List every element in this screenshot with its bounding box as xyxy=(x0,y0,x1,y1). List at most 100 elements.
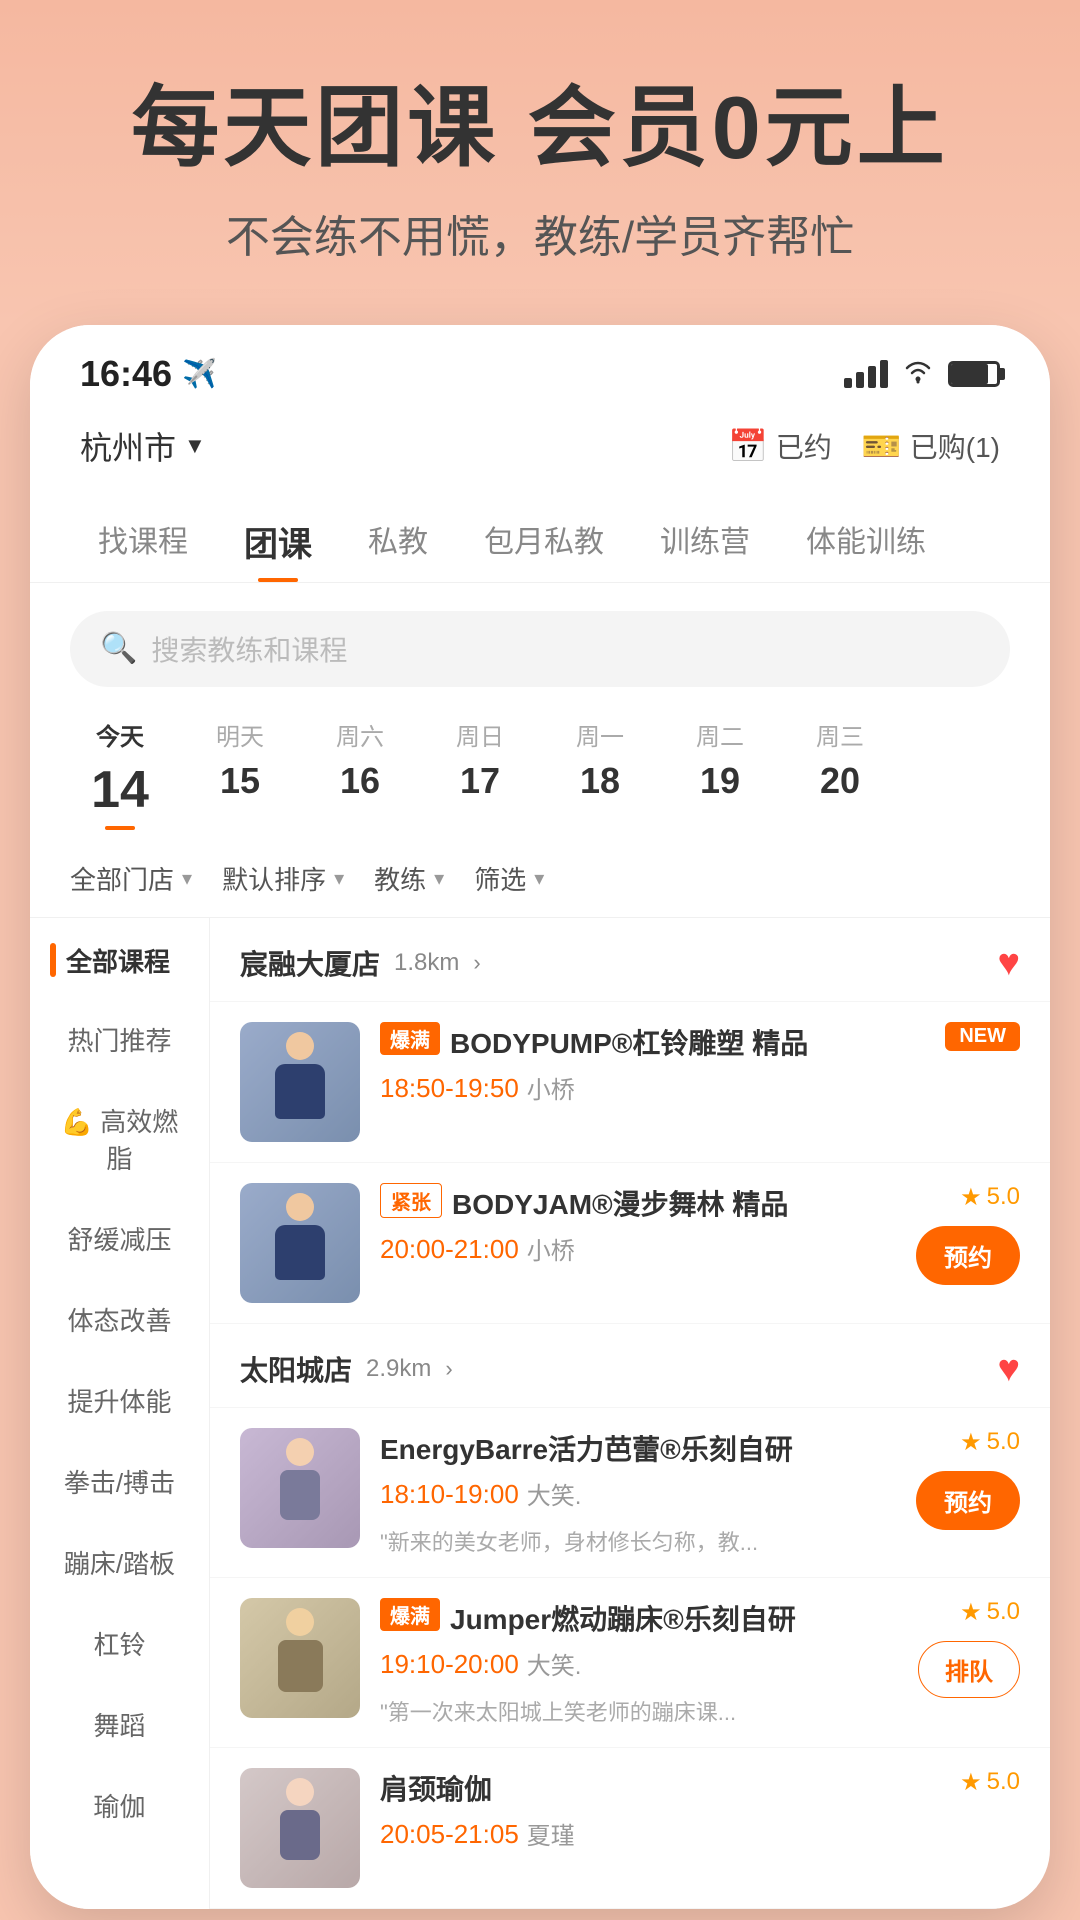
status-icons xyxy=(844,355,1000,392)
city-name: 杭州市 xyxy=(80,423,176,469)
filter-screen-arrow: ▾ xyxy=(534,866,544,891)
date-sun[interactable]: 周日 17 xyxy=(430,717,530,830)
course-3-info: EnergyBarre活力芭蕾®乐刻自研 18:10-19:00 大笑. "新来… xyxy=(380,1428,896,1557)
course-card-4: 爆满 Jumper燃动蹦床®乐刻自研 19:10-20:00 大笑. "第一次来… xyxy=(210,1578,1050,1748)
city-selector[interactable]: 杭州市 ▼ xyxy=(80,423,206,469)
course-3-right: ★ 5.0 预约 xyxy=(916,1428,1020,1530)
course-3-teacher: 大笑. xyxy=(527,1476,582,1511)
sidebar-item-posture[interactable]: 体态改善 xyxy=(30,1279,209,1360)
wifi-icon xyxy=(902,355,934,392)
tab-find-courses[interactable]: 找课程 xyxy=(70,501,216,582)
store-1-distance: 1.8km xyxy=(394,949,459,977)
sidebar-header: 全部课程 xyxy=(30,918,209,999)
purchase-icon: 🎫 xyxy=(862,427,902,465)
filter-coach[interactable]: 教练 ▾ xyxy=(374,860,444,897)
course-card-2: 紧张 BODYJAM®漫步舞林 精品 20:00-21:00 小桥 ★ 5.0 … xyxy=(210,1163,1050,1324)
tab-private[interactable]: 私教 xyxy=(340,501,456,582)
tab-bar: 找课程 团课 私教 包月私教 训练营 体能训练 xyxy=(30,485,1050,583)
left-sidebar: 全部课程 热门推荐 💪 高效燃脂 舒缓减压 体态改善 提升体能 拳击/搏击 蹦床… xyxy=(30,918,210,1909)
star-icon: ★ xyxy=(960,1183,982,1212)
course-4-name: Jumper燃动蹦床®乐刻自研 xyxy=(450,1598,898,1638)
course-4-title-row: 爆满 Jumper燃动蹦床®乐刻自研 xyxy=(380,1598,898,1638)
store-1-favorite-btn[interactable]: ♥ xyxy=(997,942,1020,985)
search-bar[interactable]: 🔍 搜索教练和课程 xyxy=(70,611,1010,687)
course-5-time: 20:05-21:05 xyxy=(380,1819,519,1850)
course-4-info: 爆满 Jumper燃动蹦床®乐刻自研 19:10-20:00 大笑. "第一次来… xyxy=(380,1598,898,1727)
date-mon[interactable]: 周一 18 xyxy=(550,717,650,830)
content-area: 全部课程 热门推荐 💪 高效燃脂 舒缓减压 体态改善 提升体能 拳击/搏击 蹦床… xyxy=(30,918,1050,1909)
battery-icon xyxy=(948,361,1000,387)
store-2-favorite-btn[interactable]: ♥ xyxy=(997,1348,1020,1391)
course-4-queue-btn[interactable]: 排队 xyxy=(918,1641,1020,1698)
filter-sort-arrow: ▾ xyxy=(334,866,344,891)
city-dropdown-icon: ▼ xyxy=(184,433,206,459)
store-1-header: 宸融大厦店 1.8km › ♥ xyxy=(210,918,1050,1002)
course-3-rating: ★ 5.0 xyxy=(960,1428,1020,1457)
course-2-right: ★ 5.0 预约 xyxy=(916,1183,1020,1285)
course-thumb-1 xyxy=(240,1022,360,1142)
star-icon: ★ xyxy=(960,1768,982,1797)
course-1-title-row: 爆满 BODYPUMP®杠铃雕塑 精品 xyxy=(380,1022,925,1062)
store-2-arrow-icon: › xyxy=(445,1356,452,1382)
top-nav: 杭州市 ▼ 📅 已约 🎫 已购(1) xyxy=(30,411,1050,485)
sidebar-item-yoga[interactable]: 瑜伽 xyxy=(30,1765,209,1846)
filter-bar: 全部门店 ▾ 默认排序 ▾ 教练 ▾ 筛选 ▾ xyxy=(30,850,1050,918)
sidebar-item-burn[interactable]: 💪 高效燃脂 xyxy=(30,1080,209,1198)
course-thumb-4 xyxy=(240,1598,360,1718)
hero-title: 每天团课 会员0元上 xyxy=(60,80,1020,177)
course-2-info: 紧张 BODYJAM®漫步舞林 精品 20:00-21:00 小桥 xyxy=(380,1183,896,1280)
course-1-teacher: 小桥 xyxy=(527,1070,575,1105)
course-5-title-row: 肩颈瑜伽 xyxy=(380,1768,940,1808)
date-tomorrow[interactable]: 明天 15 xyxy=(190,717,290,830)
right-content: 宸融大厦店 1.8km › ♥ xyxy=(210,918,1050,1909)
filter-stores[interactable]: 全部门店 ▾ xyxy=(70,860,192,897)
course-2-book-btn[interactable]: 预约 xyxy=(916,1226,1020,1285)
store-2-header: 太阳城店 2.9km › ♥ xyxy=(210,1324,1050,1408)
course-3-book-btn[interactable]: 预约 xyxy=(916,1471,1020,1530)
store-2-info[interactable]: 太阳城店 2.9km › xyxy=(240,1349,453,1389)
date-tue[interactable]: 周二 19 xyxy=(670,717,770,830)
tab-camp[interactable]: 训练营 xyxy=(632,501,778,582)
sidebar-item-trampoline[interactable]: 蹦床/踏板 xyxy=(30,1522,209,1603)
date-wed[interactable]: 周三 20 xyxy=(790,717,890,830)
sidebar-accent-bar xyxy=(50,943,56,977)
hero-section: 每天团课 会员0元上 不会练不用慌，教练/学员齐帮忙 xyxy=(0,0,1080,325)
status-bar: 16:46 ✈️ xyxy=(30,325,1050,411)
course-4-right: ★ 5.0 排队 xyxy=(918,1598,1020,1698)
date-today-underline xyxy=(105,826,135,830)
course-2-time: 20:00-21:00 xyxy=(380,1234,519,1265)
course-thumb-5 xyxy=(240,1768,360,1888)
course-1-time: 18:50-19:50 xyxy=(380,1073,519,1104)
tab-group-class[interactable]: 团课 xyxy=(216,501,340,582)
star-icon: ★ xyxy=(960,1428,982,1457)
course-5-rating: ★ 5.0 xyxy=(960,1768,1020,1797)
course-thumb-3 xyxy=(240,1428,360,1548)
date-picker: 今天 14 明天 15 周六 16 周日 17 周一 18 周二 19 周三 2… xyxy=(30,707,1050,850)
filter-sort[interactable]: 默认排序 ▾ xyxy=(222,860,344,897)
sidebar-item-hot[interactable]: 热门推荐 xyxy=(30,999,209,1080)
filter-screen[interactable]: 筛选 ▾ xyxy=(474,860,544,897)
sidebar-item-fitness[interactable]: 提升体能 xyxy=(30,1360,209,1441)
course-1-right: NEW xyxy=(945,1022,1020,1051)
search-icon: 🔍 xyxy=(100,631,137,666)
star-icon: ★ xyxy=(960,1598,982,1627)
date-today-num: 14 xyxy=(91,760,149,820)
tab-monthly-private[interactable]: 包月私教 xyxy=(456,501,632,582)
course-5-name: 肩颈瑜伽 xyxy=(380,1768,940,1808)
reserved-btn[interactable]: 📅 已约 xyxy=(728,426,832,466)
store-1-info[interactable]: 宸融大厦店 1.8km › xyxy=(240,943,481,983)
date-sat[interactable]: 周六 16 xyxy=(310,717,410,830)
course-4-badge: 爆满 xyxy=(380,1598,440,1631)
course-3-name: EnergyBarre活力芭蕾®乐刻自研 xyxy=(380,1428,896,1468)
course-2-badge: 紧张 xyxy=(380,1183,442,1218)
calendar-icon: 📅 xyxy=(728,427,768,465)
sidebar-item-relax[interactable]: 舒缓减压 xyxy=(30,1198,209,1279)
course-5-teacher: 夏瑾 xyxy=(527,1816,575,1851)
search-input[interactable]: 搜索教练和课程 xyxy=(151,629,347,669)
date-today[interactable]: 今天 14 xyxy=(70,717,170,830)
purchased-btn[interactable]: 🎫 已购(1) xyxy=(862,426,1000,466)
sidebar-item-barbell[interactable]: 杠铃 xyxy=(30,1603,209,1684)
sidebar-item-boxing[interactable]: 拳击/搏击 xyxy=(30,1441,209,1522)
sidebar-item-dance[interactable]: 舞蹈 xyxy=(30,1684,209,1765)
tab-fitness-training[interactable]: 体能训练 xyxy=(778,501,954,582)
